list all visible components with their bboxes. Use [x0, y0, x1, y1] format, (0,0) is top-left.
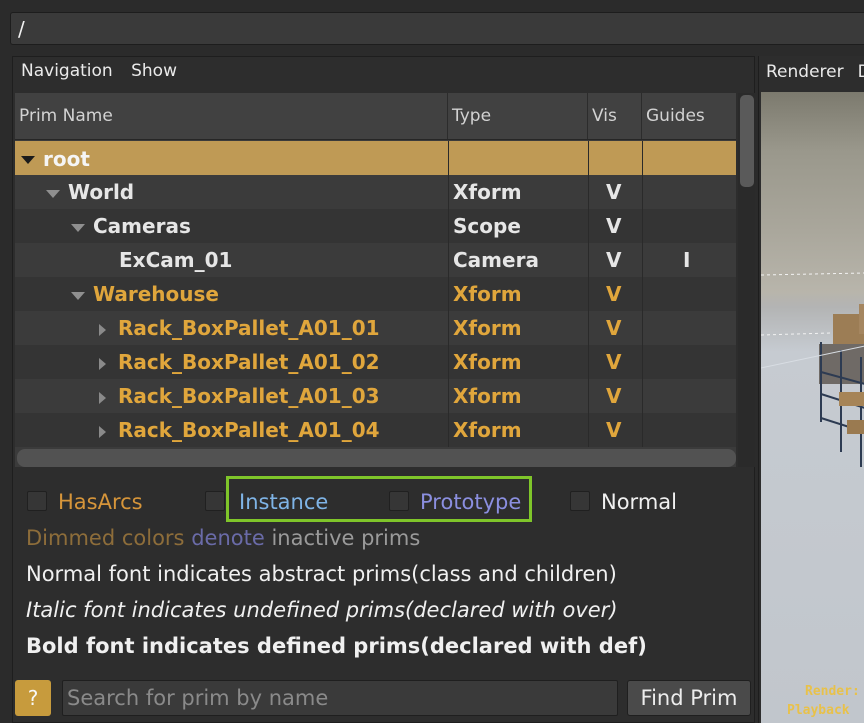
horizontal-scrollbar[interactable]: [17, 449, 736, 467]
prim-vis[interactable]: V: [606, 277, 621, 311]
hasarcs-checkbox[interactable]: [27, 491, 47, 511]
normal-checkbox[interactable]: [570, 491, 590, 511]
dimmed-legend-line: Dimmed colors denote inactive prims: [26, 524, 420, 552]
prim-name: Rack_BoxPallet_A01_04: [118, 418, 380, 442]
column-guides[interactable]: Guides: [642, 93, 736, 139]
prim-type: Scope: [453, 214, 521, 238]
expand-arrow-icon[interactable]: [71, 291, 85, 300]
instance-checkbox[interactable]: [205, 491, 225, 511]
collapsed-arrow-icon[interactable]: [99, 323, 106, 336]
prim-name: Cameras: [93, 214, 191, 238]
tree-row[interactable]: Rack_BoxPallet_A01_03 Xform V: [15, 379, 736, 413]
prim-type: Xform: [453, 418, 522, 442]
path-field[interactable]: /: [10, 12, 864, 45]
tree-row[interactable]: Cameras Scope V: [15, 209, 736, 243]
bold-font-note: Bold font indicates defined prims(declar…: [26, 634, 647, 658]
vertical-scrollbar[interactable]: [738, 93, 755, 467]
menu-bar: Navigation Show: [21, 61, 190, 83]
prim-vis[interactable]: V: [606, 379, 621, 413]
normal-font-note: Normal font indicates abstract prims(cla…: [26, 562, 617, 586]
prim-type: Xform: [453, 180, 522, 204]
collapsed-arrow-icon[interactable]: [99, 357, 106, 370]
prim-vis[interactable]: V: [606, 311, 621, 345]
prim-name: Warehouse: [93, 282, 219, 306]
collapsed-arrow-icon[interactable]: [99, 425, 106, 438]
prim-tree[interactable]: Prim Name Type Vis Guides root World Xfo…: [15, 93, 736, 467]
prim-vis[interactable]: V: [606, 175, 621, 209]
inactive-text: inactive prims: [271, 526, 421, 550]
highlight-box: [226, 476, 532, 522]
prim-name: ExCam_01: [119, 248, 233, 272]
tree-row[interactable]: Rack_BoxPallet_A01_02 Xform V: [15, 345, 736, 379]
expand-arrow-icon[interactable]: [21, 155, 35, 164]
tree-row[interactable]: Rack_BoxPallet_A01_01 Xform V: [15, 311, 736, 345]
prim-search-input[interactable]: Search for prim by name: [62, 680, 618, 716]
column-vis[interactable]: Vis: [588, 93, 642, 139]
prim-guides[interactable]: I: [683, 243, 690, 277]
prim-type: Xform: [453, 316, 522, 340]
prim-type: Camera: [453, 248, 539, 272]
hasarcs-label: HasArcs: [58, 490, 143, 514]
expand-arrow-icon[interactable]: [71, 223, 85, 232]
normal-label: Normal: [601, 490, 677, 514]
3d-viewport[interactable]: Render: Playback: [761, 92, 864, 723]
tree-row[interactable]: ExCam_01 Camera V I: [15, 243, 736, 277]
prim-name: Rack_BoxPallet_A01_02: [118, 350, 380, 374]
prim-vis[interactable]: V: [606, 243, 621, 277]
expand-arrow-icon[interactable]: [46, 189, 60, 198]
prim-type: Xform: [453, 350, 522, 374]
viewport-menu-bar: Renderer D: [766, 62, 864, 82]
column-type[interactable]: Type: [448, 93, 588, 139]
italic-font-note: Italic font indicates undefined prims(de…: [26, 598, 618, 622]
render-stats-text: Render:: [805, 684, 860, 699]
tree-row[interactable]: Warehouse Xform V: [15, 277, 736, 311]
prim-type: Xform: [453, 282, 522, 306]
scrollbar-thumb[interactable]: [740, 95, 754, 187]
prim-vis[interactable]: V: [606, 345, 621, 379]
playback-stats-text: Playback: [787, 703, 850, 718]
collapsed-arrow-icon[interactable]: [99, 391, 106, 404]
help-button[interactable]: ?: [15, 680, 51, 716]
tree-row[interactable]: Rack_BoxPallet_A01_04 Xform V: [15, 413, 736, 447]
viewport-panel: Renderer D Render: Playback: [758, 56, 864, 723]
find-prim-button[interactable]: Find Prim: [627, 680, 751, 716]
prim-name: World: [68, 180, 135, 204]
prim-name: Rack_BoxPallet_A01_03: [118, 384, 380, 408]
menu-navigation[interactable]: Navigation: [21, 61, 113, 81]
dimmed-text: Dimmed colors: [26, 526, 185, 550]
tree-row[interactable]: World Xform V: [15, 175, 736, 209]
prim-type: Xform: [453, 384, 522, 408]
column-prim-name[interactable]: Prim Name: [15, 93, 448, 139]
prim-vis[interactable]: V: [606, 413, 621, 447]
menu-d[interactable]: D: [858, 62, 864, 82]
tree-header: Prim Name Type Vis Guides: [15, 93, 736, 140]
prim-name: Rack_BoxPallet_A01_01: [118, 316, 380, 340]
menu-renderer[interactable]: Renderer: [766, 62, 844, 82]
prim-vis[interactable]: V: [606, 209, 621, 243]
prim-name: root: [43, 147, 90, 171]
prim-browser-panel: Navigation Show Prim Name Type Vis Guide…: [12, 56, 755, 723]
menu-show[interactable]: Show: [131, 61, 177, 81]
viewport-scene: [761, 272, 864, 467]
tree-row[interactable]: root: [15, 141, 736, 175]
denote-text: denote: [191, 526, 265, 550]
